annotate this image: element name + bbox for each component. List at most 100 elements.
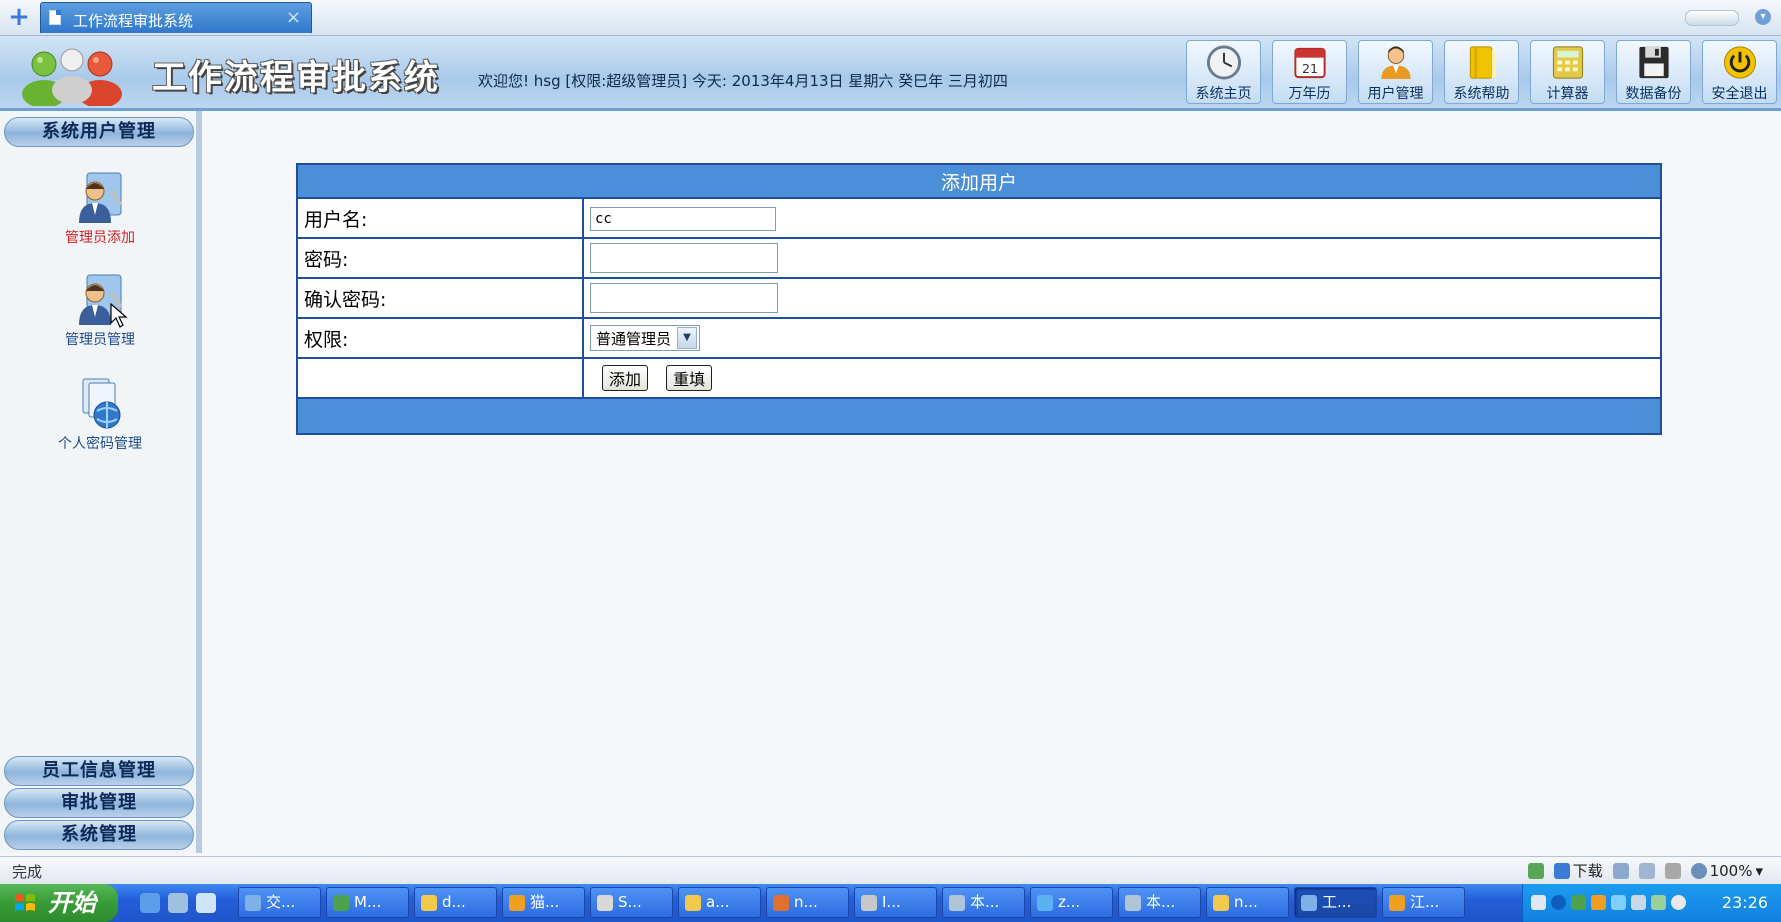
nav-logout-button[interactable]: 安全退出 (1702, 40, 1777, 104)
app-icon (509, 894, 525, 911)
download-arrow-icon (1553, 862, 1570, 879)
button-row-spacer (296, 357, 584, 399)
magnifier-icon (1690, 862, 1707, 879)
taskbar-item[interactable]: n... (1206, 887, 1289, 918)
taskbar-item[interactable]: I... (854, 887, 937, 918)
sidebar-item-personal-password[interactable]: 个人密码管理 (40, 375, 160, 453)
sidebar-section-user-management[interactable]: 系统用户管理 (4, 117, 194, 147)
user-icon (1380, 46, 1411, 80)
nav-backup-button[interactable]: 数据备份 (1616, 40, 1691, 104)
taskbar-item-label: 江... (1410, 893, 1440, 911)
username-input[interactable] (590, 206, 776, 231)
taskbar-item[interactable]: a... (678, 887, 761, 918)
network-icon[interactable] (1611, 895, 1626, 910)
browser-icon[interactable] (196, 893, 216, 913)
sidebar-item-label: 个人密码管理 (58, 436, 142, 452)
password-label: 密码: (296, 237, 584, 279)
admin-add-icon (79, 172, 123, 223)
keyboard-icon[interactable] (1531, 895, 1546, 910)
chevron-left-icon[interactable] (1551, 895, 1566, 910)
app-icon (245, 894, 261, 911)
nav-calculator-button[interactable]: 计算器 (1530, 40, 1605, 104)
folder-icon (685, 894, 701, 911)
taskbar-item-label: n... (794, 893, 818, 911)
calendar-day-text: 21 (1301, 61, 1317, 76)
browser-tab-active[interactable]: 工作流程审批系统 × (40, 2, 312, 33)
taskbar-item[interactable]: z... (1030, 887, 1113, 918)
folder-icon (421, 894, 437, 911)
new-tab-button[interactable]: + (4, 4, 34, 32)
taskbar-item-label: n... (1234, 893, 1258, 911)
start-button[interactable]: 开始 (0, 884, 118, 922)
speaker-icon[interactable] (1664, 862, 1681, 879)
desktop-icon[interactable] (168, 893, 188, 913)
form-footer (296, 397, 1662, 435)
taskbar-item-label: I... (882, 893, 901, 911)
nav-calendar-button[interactable]: 21 万年历 (1272, 40, 1347, 104)
status-text: 完成 (12, 863, 43, 881)
chevron-down-icon: ▼ (677, 327, 698, 349)
taskbar-item[interactable]: n... (766, 887, 849, 918)
ie-icon[interactable] (140, 893, 160, 913)
zoom-control[interactable]: 100% ▾ (1690, 862, 1763, 880)
sidebar-item-admin-add[interactable]: 管理员添加 (40, 169, 160, 247)
sidebar-section-system[interactable]: 系统管理 (4, 820, 194, 850)
tab-title: 工作流程审批系统 (73, 12, 194, 30)
volume-icon[interactable] (1671, 895, 1686, 910)
tab-close-button[interactable]: × (286, 7, 301, 28)
role-select[interactable]: 普通管理员 ▼ (590, 325, 701, 351)
qq-icon[interactable] (1591, 895, 1606, 910)
taskbar-item[interactable]: 本... (1118, 887, 1201, 918)
mouse-cursor-icon (110, 303, 128, 328)
system-tray: 23:26 (1522, 884, 1781, 922)
window-icon[interactable] (1638, 862, 1655, 879)
taskbar-item[interactable]: S... (590, 887, 673, 918)
username-label: 用户名: (296, 197, 584, 239)
drive-icon (1125, 894, 1141, 911)
taskbar-item[interactable]: M... (326, 887, 409, 918)
nav-user-management-button[interactable]: 用户管理 (1358, 40, 1433, 104)
security-icon[interactable] (1571, 895, 1586, 910)
role-selected-value: 普通管理员 (596, 329, 672, 348)
app-icon (1037, 894, 1053, 911)
tools-icon[interactable] (1612, 862, 1629, 879)
taskbar-item-active[interactable]: 工... (1294, 887, 1377, 918)
nav-help-button[interactable]: 系统帮助 (1444, 40, 1519, 104)
drive-icon (949, 894, 965, 911)
download-button[interactable]: 下载 (1553, 860, 1603, 881)
taskbar-items: 交... M... d... 猫... S... a... n... I... … (238, 887, 1465, 918)
taskbar-item[interactable]: 交... (238, 887, 321, 918)
app-tray-icon[interactable] (1651, 895, 1666, 910)
page-icon[interactable] (1527, 862, 1544, 879)
taskbar-item-label: a... (706, 893, 730, 911)
taskbar-item[interactable]: d... (414, 887, 497, 918)
button-cell: 添加 重填 (582, 357, 1662, 399)
quick-launch (140, 893, 216, 913)
reset-button[interactable]: 重填 (666, 365, 713, 391)
tab-list-dropdown-icon[interactable]: ▾ (1755, 9, 1771, 25)
username-cell (582, 197, 1662, 239)
clock[interactable]: 23:26 (1722, 893, 1768, 912)
taskbar-item[interactable]: 本... (942, 887, 1025, 918)
browser-icon (1301, 894, 1317, 911)
app-icon (861, 894, 877, 911)
nav-logout-label: 安全退出 (1711, 86, 1768, 102)
role-label: 权限: (296, 317, 584, 359)
taskbar-item-label: 交... (266, 893, 296, 911)
usb-icon[interactable] (1631, 895, 1646, 910)
role-cell: 普通管理员 ▼ (582, 317, 1662, 359)
sidebar-item-admin-manage[interactable]: 管理员管理 (40, 271, 160, 349)
power-icon (1723, 46, 1756, 79)
folder-icon (1213, 894, 1229, 911)
sidebar-section-approval[interactable]: 审批管理 (4, 788, 194, 818)
nav-home-button[interactable]: 系统主页 (1186, 40, 1261, 104)
taskbar-item[interactable]: 江... (1382, 887, 1465, 918)
taskbar-item[interactable]: 猫... (502, 887, 585, 918)
password-input[interactable] (590, 243, 778, 273)
add-button[interactable]: 添加 (602, 365, 649, 391)
sidebar-section-employee-info[interactable]: 员工信息管理 (4, 756, 194, 786)
tab-scroll-control[interactable] (1685, 10, 1739, 26)
users-logo-icon (22, 48, 122, 106)
confirm-password-input[interactable] (590, 283, 778, 313)
app-icon (773, 894, 789, 911)
